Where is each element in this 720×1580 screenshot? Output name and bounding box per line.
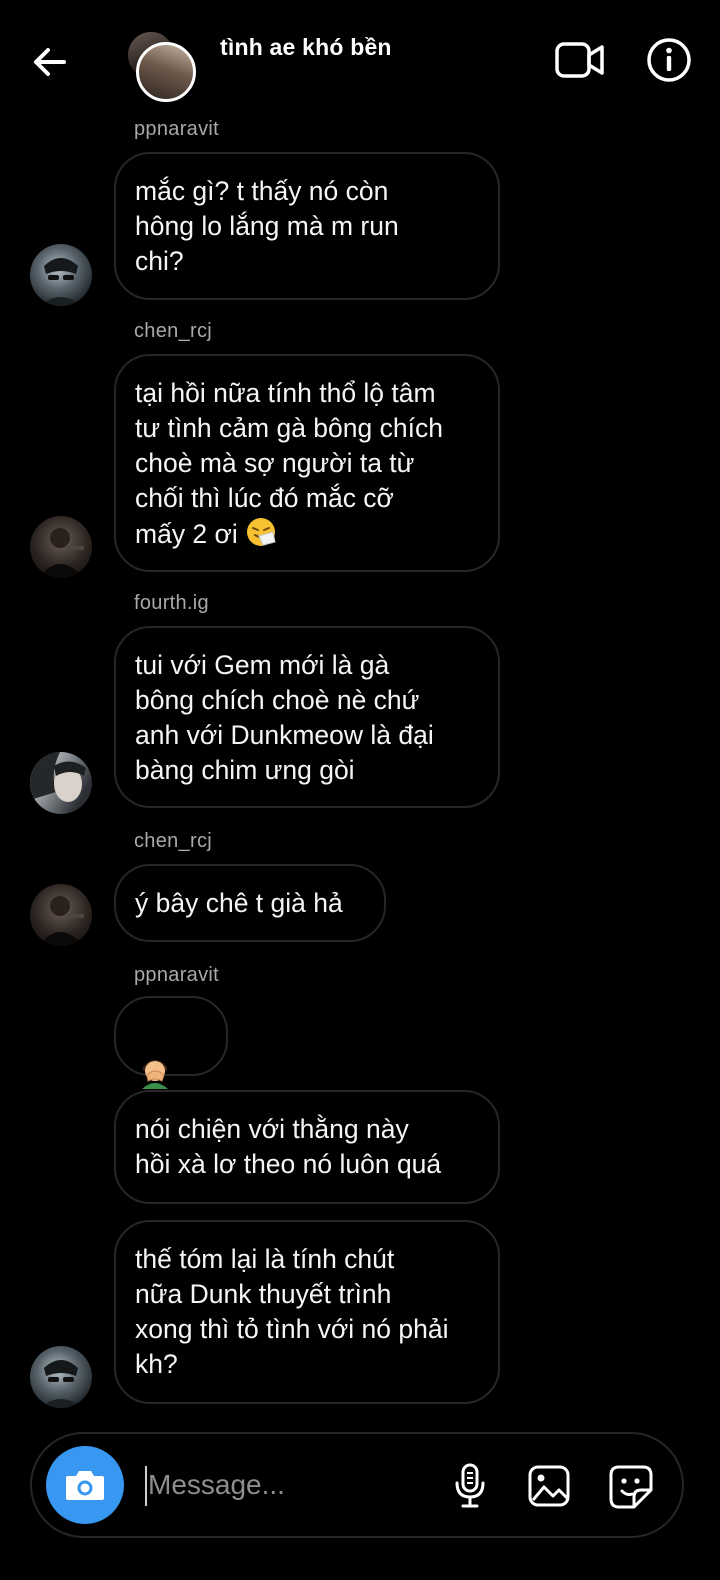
message-bubble[interactable]: mắc gì? t thấy nó còn hông lo lắng mà m … (114, 152, 500, 300)
avatar[interactable] (30, 884, 92, 946)
avatar-photo (30, 752, 86, 802)
avatar[interactable] (30, 1346, 92, 1408)
sticker-icon (609, 1465, 653, 1509)
message-bubble[interactable]: tui với Gem mới là gà bông chích choè nè… (114, 626, 500, 808)
message-bubble[interactable]: nói chiện với thằng này hồi xà lơ theo n… (114, 1090, 500, 1204)
emoji-message-bubble[interactable] (114, 996, 228, 1125)
gallery-button[interactable] (527, 1464, 571, 1508)
avatar-photo (40, 1360, 82, 1408)
video-camera-icon (555, 42, 604, 78)
chat-header: tình ae khó bền (0, 0, 720, 118)
message-bubble[interactable]: ý bây chê t già hả (114, 864, 386, 942)
sender-name: ppnaravit (134, 118, 219, 140)
sender-name: fourth.ig (134, 592, 209, 614)
message-bubble[interactable]: thế tóm lại là tính chút nữa Dunk thuyết… (114, 1220, 500, 1404)
video-call-button[interactable] (554, 40, 606, 80)
sender-name: chen_rcj (134, 320, 212, 342)
avatar[interactable] (30, 752, 92, 814)
message-input[interactable] (148, 1462, 428, 1508)
microphone-icon (455, 1463, 485, 1508)
message-text: tại hồi nữa tính thổ lộ tâm tư tình cảm … (135, 378, 443, 549)
image-icon (528, 1465, 570, 1507)
chat-title[interactable]: tình ae khó bền (220, 34, 392, 61)
group-avatar-front (136, 42, 196, 102)
avatar-photo (40, 258, 82, 306)
text-cursor (145, 1466, 147, 1506)
camera-icon (66, 1471, 104, 1500)
back-button[interactable] (28, 40, 72, 84)
avatar-photo (38, 896, 84, 946)
avatar-photo (38, 528, 84, 578)
camera-button[interactable] (46, 1446, 124, 1524)
avatar[interactable] (30, 244, 92, 306)
arrow-left-icon (34, 48, 66, 76)
group-avatar[interactable] (126, 30, 196, 102)
message-bubble[interactable]: tại hồi nữa tính thổ lộ tâm tư tình cảm … (114, 354, 500, 572)
sender-name: chen_rcj (134, 830, 212, 852)
sender-name: ppnaravit (134, 964, 219, 986)
info-button[interactable] (646, 37, 692, 83)
avatar[interactable] (30, 516, 92, 578)
microphone-button[interactable] (450, 1462, 490, 1510)
sticker-button[interactable] (608, 1464, 654, 1510)
info-icon (647, 38, 691, 82)
man-facepalming-emoji (142, 1060, 168, 1089)
sneezing-face-emoji (247, 518, 276, 546)
message-composer (30, 1432, 684, 1538)
